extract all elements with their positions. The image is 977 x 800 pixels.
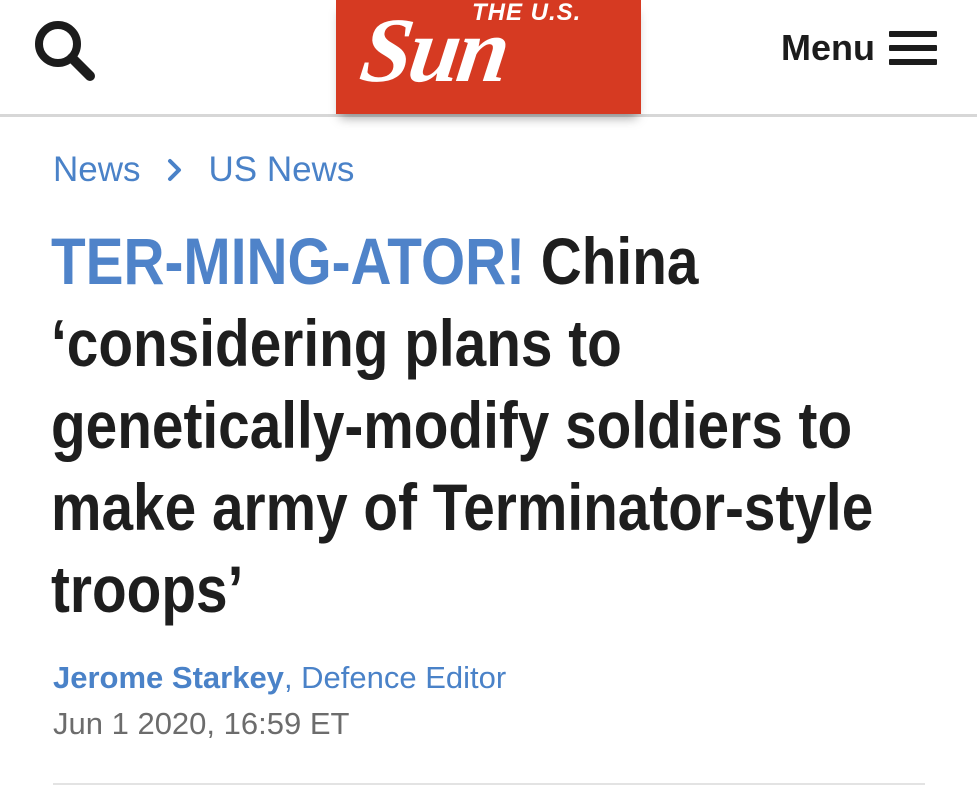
- author-name[interactable]: Jerome Starkey: [53, 660, 284, 695]
- menu-label: Menu: [781, 27, 875, 68]
- breadcrumb: News US News: [53, 150, 354, 190]
- menu-button[interactable]: Menu: [781, 26, 937, 70]
- search-button[interactable]: [28, 14, 100, 86]
- site-logo[interactable]: THE U.S. Sun: [336, 0, 641, 114]
- byline-separator: ,: [283, 660, 302, 695]
- hamburger-icon: [889, 31, 937, 65]
- chevron-right-icon: [165, 157, 185, 183]
- logo-wordmark: Sun: [354, 0, 514, 101]
- author-role: Defence Editor: [301, 660, 507, 695]
- search-icon: [35, 21, 95, 81]
- site-header: THE U.S. Sun Menu: [0, 0, 977, 117]
- breadcrumb-item-news[interactable]: News: [53, 150, 141, 190]
- article-timestamp: Jun 1 2020, 16:59 ET: [53, 706, 350, 741]
- article-headline: TER-MING-ATOR! China ‘considering plans …: [51, 220, 945, 630]
- byline: Jerome Starkey, Defence Editor: [53, 660, 506, 696]
- headline-kicker: TER-MING-ATOR!: [51, 224, 525, 298]
- breadcrumb-item-us-news[interactable]: US News: [209, 150, 355, 190]
- divider: [53, 783, 925, 785]
